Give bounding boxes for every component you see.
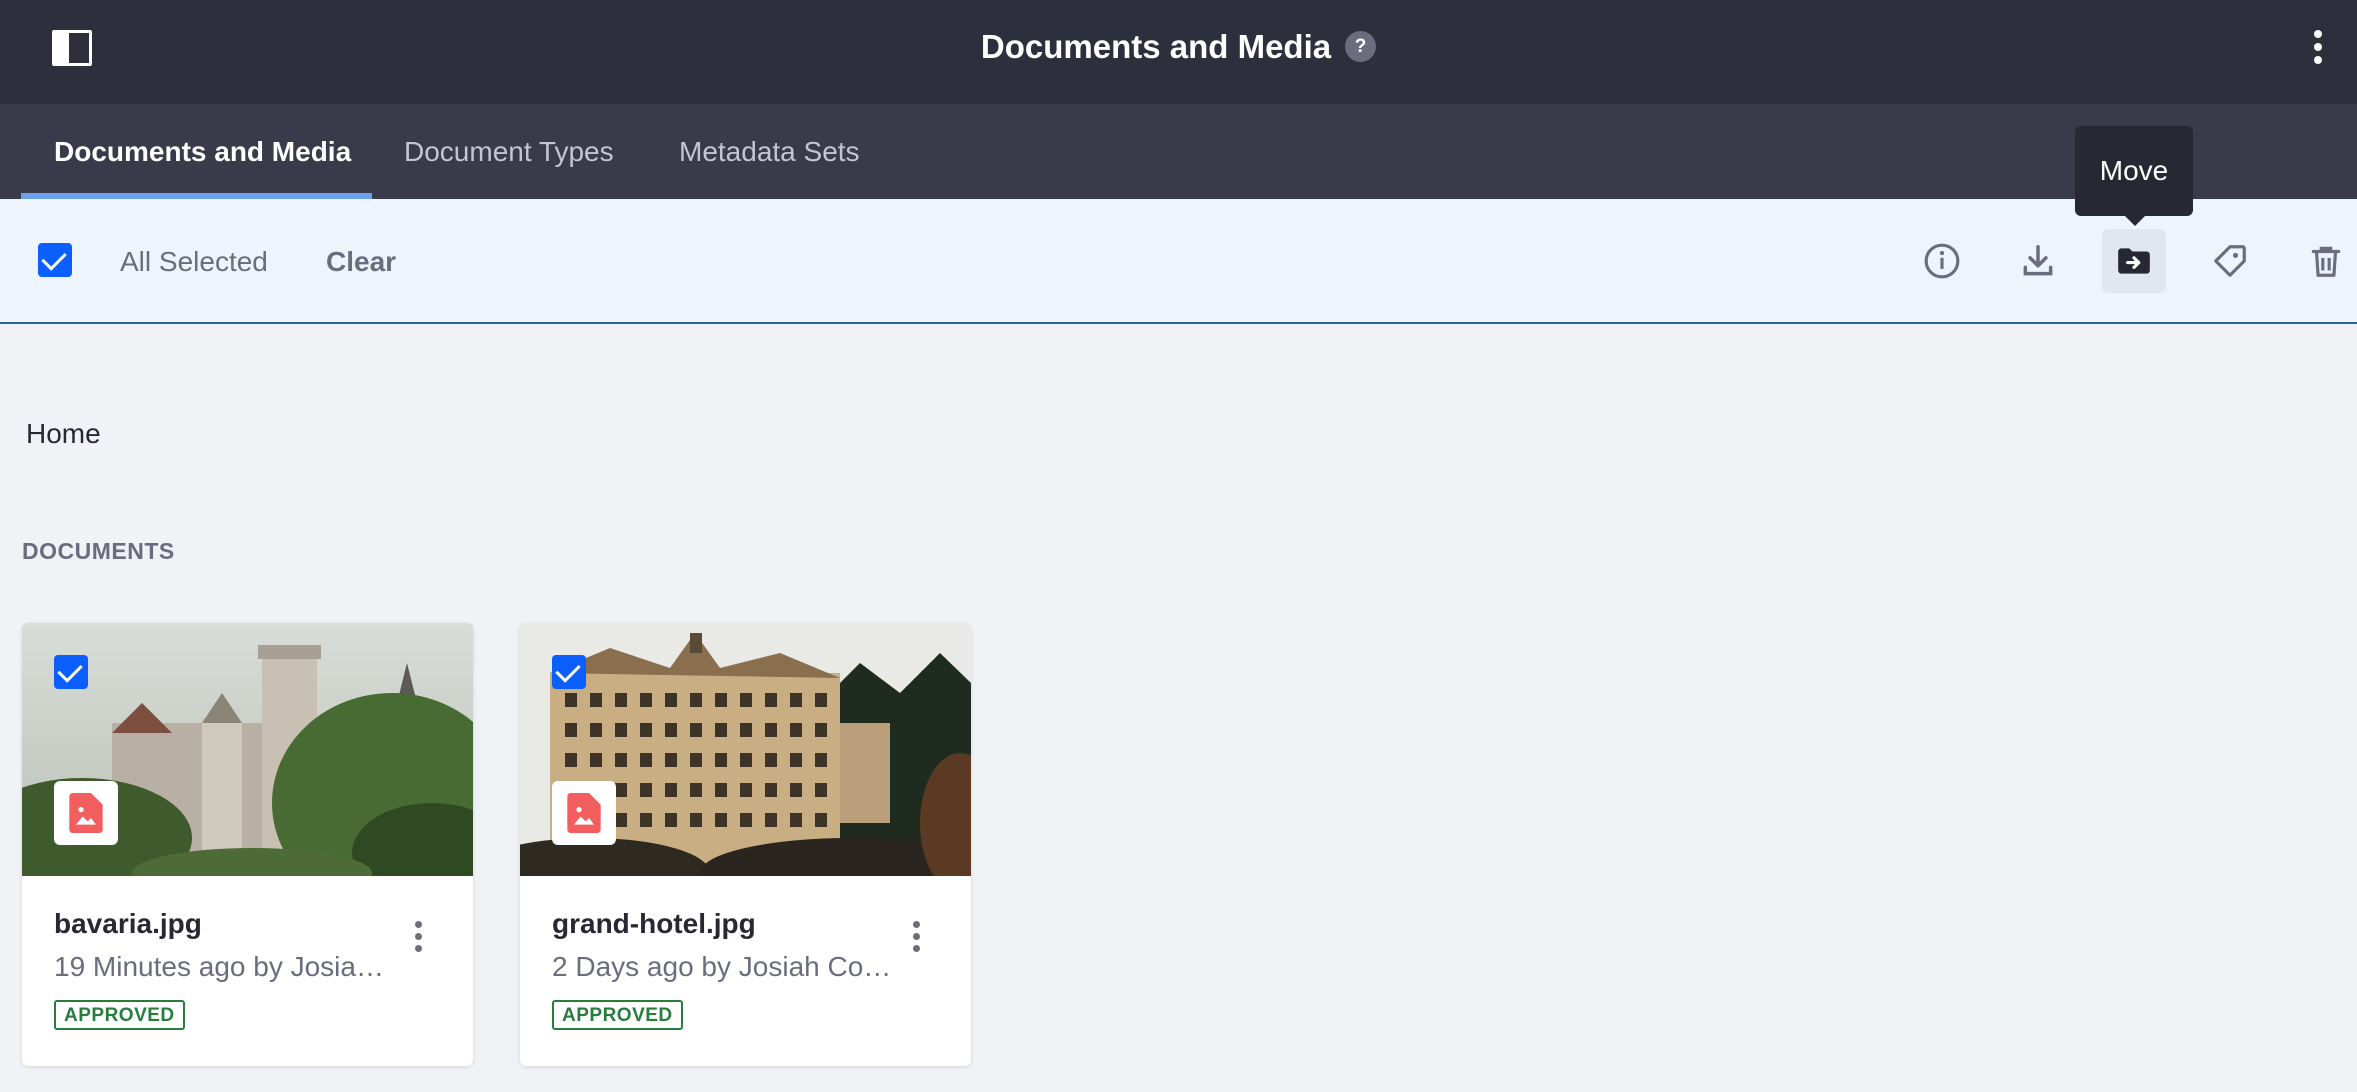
- document-subtitle: 19 Minutes ago by Josiah Copeland: [54, 951, 394, 982]
- page-title-text: Documents and Media: [980, 28, 1332, 65]
- trash-icon: [2311, 246, 2341, 277]
- tab-metadata-sets[interactable]: Metadata Sets: [679, 104, 860, 199]
- help-icon[interactable]: ?: [1345, 30, 1377, 62]
- download-icon: [2023, 245, 2053, 276]
- breadcrumb[interactable]: Home: [26, 418, 101, 450]
- image-file-icon: [54, 781, 118, 845]
- tags-button[interactable]: [2198, 229, 2262, 293]
- section-title: DOCUMENTS: [22, 538, 175, 564]
- document-card[interactable]: grand-hotel.jpg 2 Days ago by Josiah Cop…: [520, 623, 971, 1066]
- tag-icon: [2214, 245, 2246, 277]
- tab-documents-and-media[interactable]: Documents and Media: [54, 104, 351, 199]
- delete-button[interactable]: [2294, 229, 2357, 293]
- selection-status: All Selected: [120, 246, 268, 277]
- tab-document-types[interactable]: Document Types: [404, 104, 614, 199]
- document-actions-icon[interactable]: [406, 921, 430, 961]
- document-title[interactable]: bavaria.jpg: [54, 908, 202, 940]
- navigation-tabs: Documents and Media Document Types Metad…: [0, 104, 2357, 199]
- page-title: Documents and Media?: [0, 28, 2357, 66]
- document-subtitle: 2 Days ago by Josiah Copeland: [552, 951, 892, 982]
- document-actions-icon[interactable]: [904, 921, 928, 961]
- download-button[interactable]: [2006, 229, 2070, 293]
- document-checkbox[interactable]: [552, 655, 586, 689]
- status-badge: APPROVED: [552, 1000, 683, 1030]
- move-tooltip: Move: [2075, 126, 2193, 226]
- options-menu-icon[interactable]: [2306, 30, 2330, 70]
- info-button[interactable]: [1910, 229, 1974, 293]
- management-toolbar: All Selected Clear: [0, 199, 2357, 324]
- move-button[interactable]: [2102, 229, 2166, 293]
- image-file-icon: [552, 781, 616, 845]
- status-badge: APPROVED: [54, 1000, 185, 1030]
- move-folder-icon: [2118, 248, 2150, 274]
- document-checkbox[interactable]: [54, 655, 88, 689]
- clear-selection-button[interactable]: Clear: [326, 246, 396, 278]
- document-title[interactable]: grand-hotel.jpg: [552, 908, 756, 940]
- info-circle-icon: [1924, 243, 1960, 279]
- select-all-checkbox[interactable]: [38, 243, 72, 277]
- document-card[interactable]: bavaria.jpg 19 Minutes ago by Josiah Cop…: [22, 623, 473, 1066]
- app-header: Documents and Media?: [0, 0, 2357, 104]
